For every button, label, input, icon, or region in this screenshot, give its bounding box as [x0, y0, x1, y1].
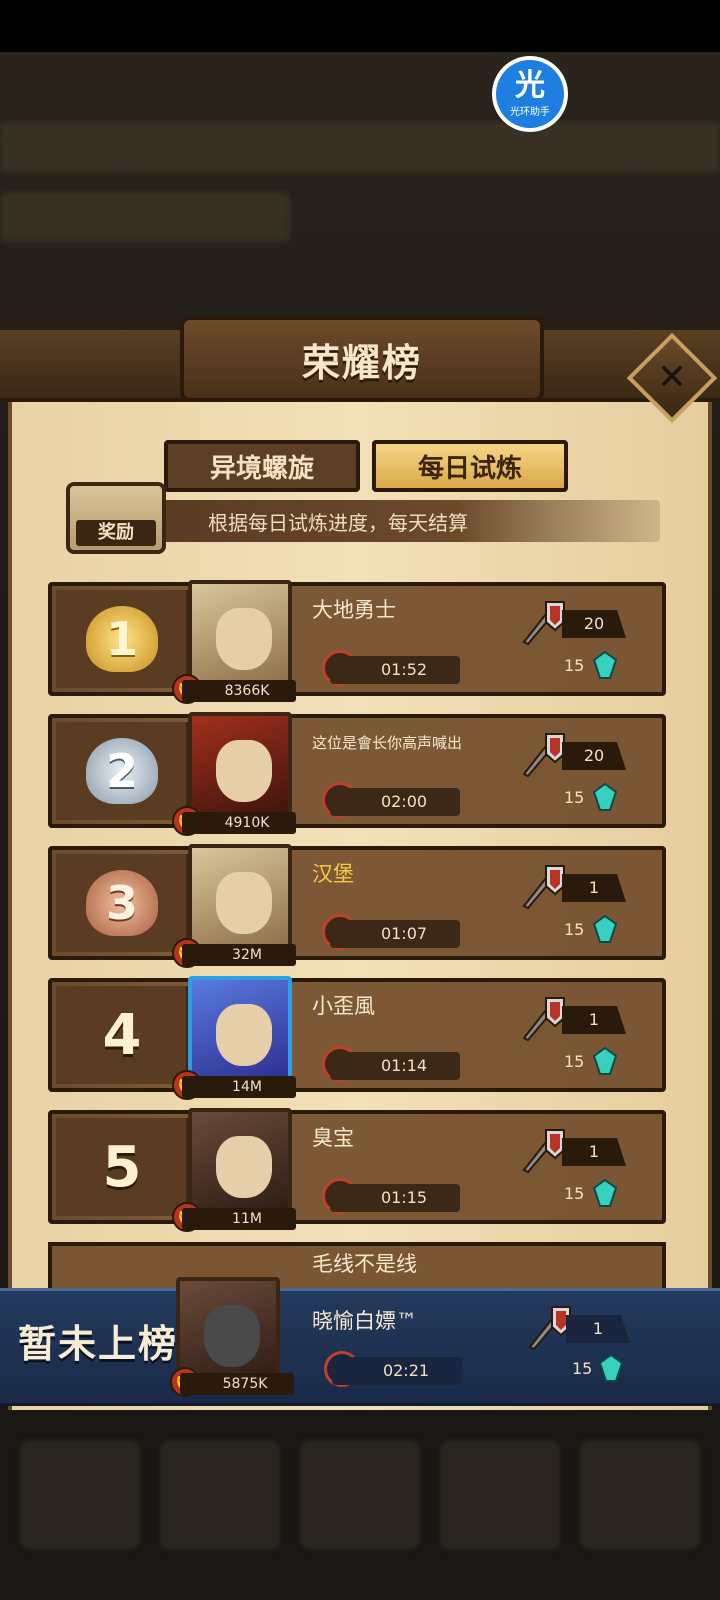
player-avatar[interactable] — [188, 844, 292, 960]
panel-title: 荣耀榜 — [301, 340, 422, 385]
player-power: 8366K — [182, 680, 296, 702]
gem-count: 15 — [564, 656, 585, 675]
rank-area: 1 — [56, 590, 188, 688]
leaderboard-row[interactable]: 2 ✊ 4910K 这位是會长你高声喊出 ⏱ 02:00 20 15 — [48, 712, 666, 836]
gem-icon — [592, 1046, 618, 1075]
nav-slot-1[interactable] — [20, 1440, 140, 1550]
reward-label: 奖励 — [76, 520, 156, 546]
my-score: 1 — [566, 1315, 630, 1343]
leaderboard-row[interactable]: 4 ✊ 14M 小歪風 ⏱ 01:14 1 15 — [48, 976, 666, 1100]
clear-time: 01:15 — [330, 1184, 460, 1212]
trial-score: 1 — [562, 1138, 626, 1166]
gem-icon — [598, 1353, 624, 1382]
nav-slot-4[interactable] — [440, 1440, 560, 1550]
player-name: 这位是會长你高声喊出 — [312, 734, 463, 752]
tab-daily-trial[interactable]: 每日试炼 — [372, 440, 568, 492]
halo-badge-char: 光 — [515, 68, 545, 103]
leaderboard-row[interactable]: 1 ✊ 8366K 大地勇士 ⏱ 01:52 20 15 — [48, 580, 666, 704]
player-avatar[interactable] — [188, 580, 292, 696]
player-avatar[interactable] — [188, 1108, 292, 1224]
halo-assistant-badge[interactable]: 光 光环助手 — [492, 56, 568, 132]
gem-icon — [592, 914, 618, 943]
avatar-face — [216, 740, 272, 802]
player-power: 4910K — [182, 812, 296, 834]
reward-chest-button[interactable]: 奖励 — [66, 482, 166, 554]
player-name: 大地勇士 — [312, 598, 396, 622]
avatar-face — [216, 1136, 272, 1198]
gem-count: 15 — [564, 788, 585, 807]
rank-number: 5 — [102, 1134, 142, 1200]
halo-badge-label: 光环助手 — [510, 107, 550, 118]
trial-score: 1 — [562, 1006, 626, 1034]
avatar-face — [204, 1305, 260, 1367]
trial-score: 20 — [562, 610, 626, 638]
tab-spiral[interactable]: 异境螺旋 — [164, 440, 360, 492]
my-gem-count: 15 — [572, 1359, 593, 1378]
gem-icon — [592, 650, 618, 679]
panel-title-plate: 荣耀榜 — [180, 316, 544, 402]
player-power: 32M — [182, 944, 296, 966]
gem-count: 15 — [564, 1052, 585, 1071]
player-avatar[interactable] — [188, 976, 292, 1092]
leaderboard-row[interactable]: 5 ✊ 11M 臭宝 ⏱ 01:15 1 15 — [48, 1108, 666, 1232]
player-power: 11M — [182, 1208, 296, 1230]
gem-icon — [592, 1178, 618, 1207]
nav-slot-2[interactable] — [160, 1440, 280, 1550]
rank-area: 3 — [56, 854, 188, 952]
player-name: 小歪風 — [312, 994, 375, 1018]
leaderboard-row-partial[interactable]: 毛线不是线 — [48, 1242, 666, 1292]
blurred-top-hud — [0, 122, 720, 172]
rank-area: 4 — [56, 986, 188, 1084]
trial-score: 20 — [562, 742, 626, 770]
gem-count: 15 — [564, 920, 585, 939]
my-player-name: 晓愉白嫖™ — [312, 1309, 417, 1333]
clear-time: 01:07 — [330, 920, 460, 948]
my-rank-bar: 暂未上榜 ✊ 5875K 晓愉白嫖™ ⏱ 02:21 1 15 — [0, 1277, 720, 1406]
player-name: 汉堡 — [312, 862, 354, 886]
player-name: 毛线不是线 — [312, 1252, 417, 1276]
leaderboard-row[interactable]: 3 ✊ 32M 汉堡 ⏱ 01:07 1 15 — [48, 844, 666, 968]
my-clear-time: 02:21 — [332, 1357, 462, 1385]
rank-medal-icon: 3 — [86, 870, 158, 936]
rank-medal-icon: 2 — [86, 738, 158, 804]
trial-score: 1 — [562, 874, 626, 902]
clear-time: 01:14 — [330, 1052, 460, 1080]
rank-medal-icon: 1 — [86, 606, 158, 672]
clear-time: 02:00 — [330, 788, 460, 816]
rank-area: 5 — [56, 1118, 188, 1216]
blurred-resource-row — [0, 192, 290, 242]
avatar-face — [216, 872, 272, 934]
rank-area: 2 — [56, 722, 188, 820]
player-power: 14M — [182, 1076, 296, 1098]
player-avatar[interactable] — [188, 712, 292, 828]
my-power: 5875K — [180, 1373, 294, 1395]
gem-icon — [592, 782, 618, 811]
gem-count: 15 — [564, 1184, 585, 1203]
bottom-navigation — [0, 1410, 720, 1600]
player-name: 臭宝 — [312, 1126, 354, 1150]
rank-number: 4 — [102, 1002, 142, 1068]
avatar-face — [216, 1004, 272, 1066]
nav-slot-3[interactable] — [300, 1440, 420, 1550]
status-bar — [0, 0, 720, 52]
clear-time: 01:52 — [330, 656, 460, 684]
nav-slot-5[interactable] — [580, 1440, 700, 1550]
close-icon: ✕ — [656, 357, 688, 398]
avatar-face — [216, 608, 272, 670]
my-rank-status: 暂未上榜 — [18, 1322, 179, 1366]
reward-description: 根据每日试炼进度，每天结算 — [152, 500, 660, 542]
